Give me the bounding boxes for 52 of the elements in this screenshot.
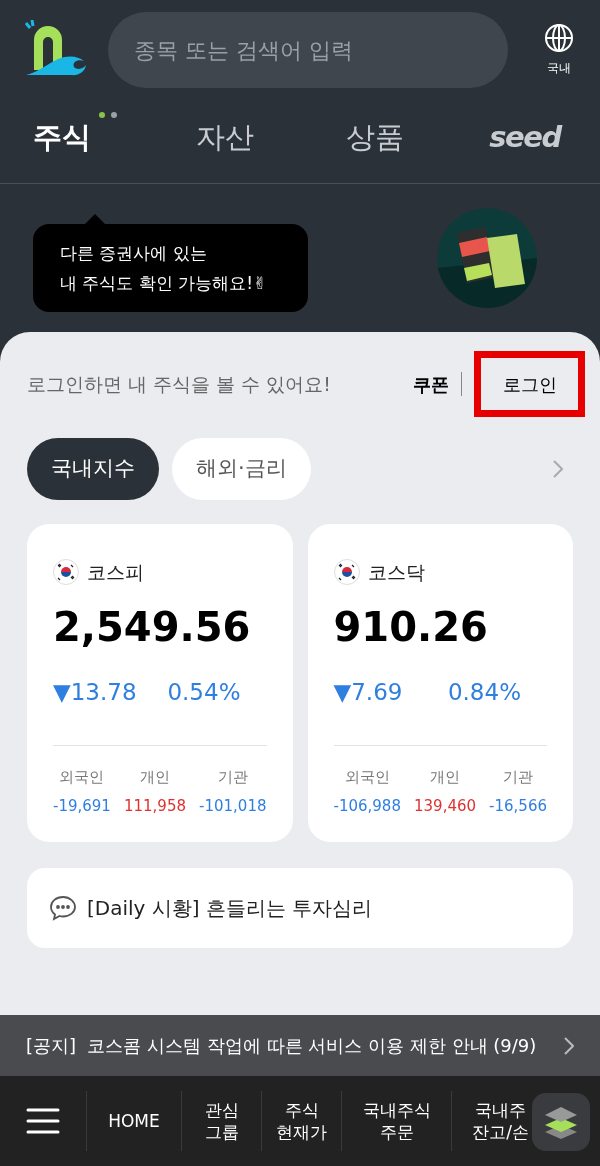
seed-logo-tab[interactable]: seed — [489, 115, 561, 160]
category-tab[interactable]: 상품 — [346, 115, 404, 160]
category-tab[interactable]: 주식 — [33, 115, 91, 160]
index-rate: 0.84% — [447, 677, 521, 707]
notice-text: [공지] 코스콤 시스템 작업에 따른 서비스 이용 제한 안내 (9/9) — [26, 1034, 537, 1058]
investor-value: 111,958 — [123, 795, 186, 817]
coupon-link[interactable]: 쿠폰 — [413, 370, 449, 398]
layers-icon — [543, 1105, 579, 1139]
index-tab[interactable]: 국내지수 — [27, 438, 159, 500]
investor-value: -16,566 — [489, 795, 547, 817]
news-card[interactable]: [Daily 시황] 흔들리는 투자심리 — [27, 868, 573, 948]
bottom-nav-item[interactable]: 국내주식 주문 — [341, 1091, 451, 1151]
layers-button[interactable] — [532, 1093, 590, 1151]
index-card[interactable]: 코스닥 910.26 ▼7.69 0.84% 외국인 -106,988 개인 139,460 기관 -16,566 — [307, 524, 573, 842]
category-tab[interactable]: 자산 — [196, 115, 254, 160]
chevron-right-icon[interactable] — [564, 1036, 574, 1055]
bottom-nav-item[interactable]: 주식 현재가 — [261, 1091, 341, 1151]
bottom-nav-item[interactable]: 국내주 잔고/손 — [451, 1091, 531, 1151]
tooltip-text: 다른 증권사에 있는 — [60, 242, 208, 265]
investor-label: 개인 — [139, 767, 170, 788]
index-card[interactable]: 코스피 2,549.56 ▼13.78 0.54% 외국인 -19,691 개인 111,958 기관 -101,018 — [27, 524, 293, 842]
index-change: ▼7.69 — [333, 677, 403, 707]
index-tab[interactable]: 해외·금리 — [172, 438, 311, 500]
index-name: 코스닥 — [367, 560, 425, 585]
investor-value: -101,018 — [199, 795, 267, 817]
investor-label: 개인 — [430, 767, 460, 788]
search-field[interactable]: 종목 또는 검색어 입력 — [108, 12, 508, 88]
index-name: 코스피 — [87, 560, 144, 585]
globe-icon[interactable] — [544, 23, 574, 53]
investor-label: 기관 — [217, 767, 248, 788]
tooltip-text: 내 주식도 확인 가능해요!✌ — [60, 272, 269, 295]
index-change: ▼13.78 — [53, 677, 137, 707]
investor-label: 기관 — [503, 767, 534, 788]
investor-value: -19,691 — [53, 795, 111, 817]
korea-flag-icon — [333, 559, 360, 586]
speech-bubble-icon — [49, 895, 77, 921]
bottom-nav-item[interactable]: 관심 그룹 — [181, 1091, 261, 1151]
login-link[interactable]: 로그인 — [474, 351, 585, 417]
menu-icon[interactable] — [26, 1108, 60, 1134]
notice-bar[interactable]: [공지] 코스콤 시스템 작업에 따른 서비스 이용 제한 안내 (9/9) — [0, 1015, 600, 1076]
bottom-nav-item[interactable]: HOME — [86, 1091, 181, 1151]
login-prompt: 로그인하면 내 주식을 볼 수 있어요! — [27, 371, 331, 397]
region-label[interactable]: 국내 — [547, 59, 571, 77]
index-value: 2,549.56 — [53, 606, 252, 647]
index-rate: 0.54% — [167, 677, 241, 707]
index-value: 910.26 — [333, 606, 489, 647]
investor-value: 139,460 — [414, 795, 477, 817]
investor-label: 외국인 — [344, 767, 390, 788]
news-headline: [Daily 시황] 흔들리는 투자심리 — [87, 895, 373, 922]
investor-label: 외국인 — [59, 767, 105, 788]
investor-value: -106,988 — [333, 795, 401, 817]
korea-flag-icon — [53, 559, 79, 586]
